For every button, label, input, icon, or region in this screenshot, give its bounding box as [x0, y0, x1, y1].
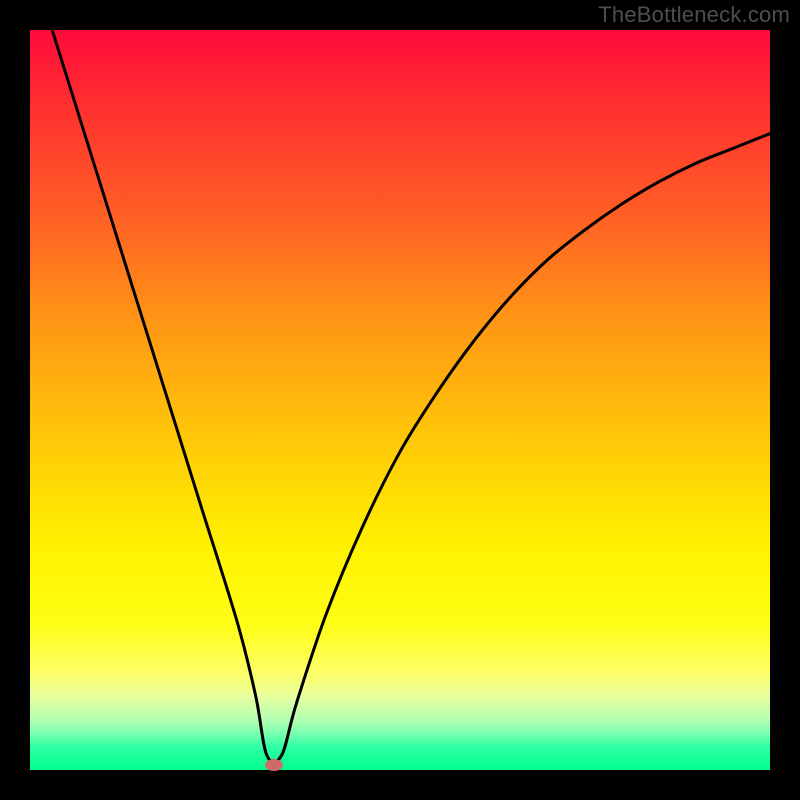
plot-area — [30, 30, 770, 770]
watermark-text: TheBottleneck.com — [598, 2, 790, 28]
curve-svg — [30, 30, 770, 770]
chart-frame: TheBottleneck.com — [0, 0, 800, 800]
minimum-marker — [265, 759, 283, 771]
bottleneck-curve — [52, 30, 770, 762]
